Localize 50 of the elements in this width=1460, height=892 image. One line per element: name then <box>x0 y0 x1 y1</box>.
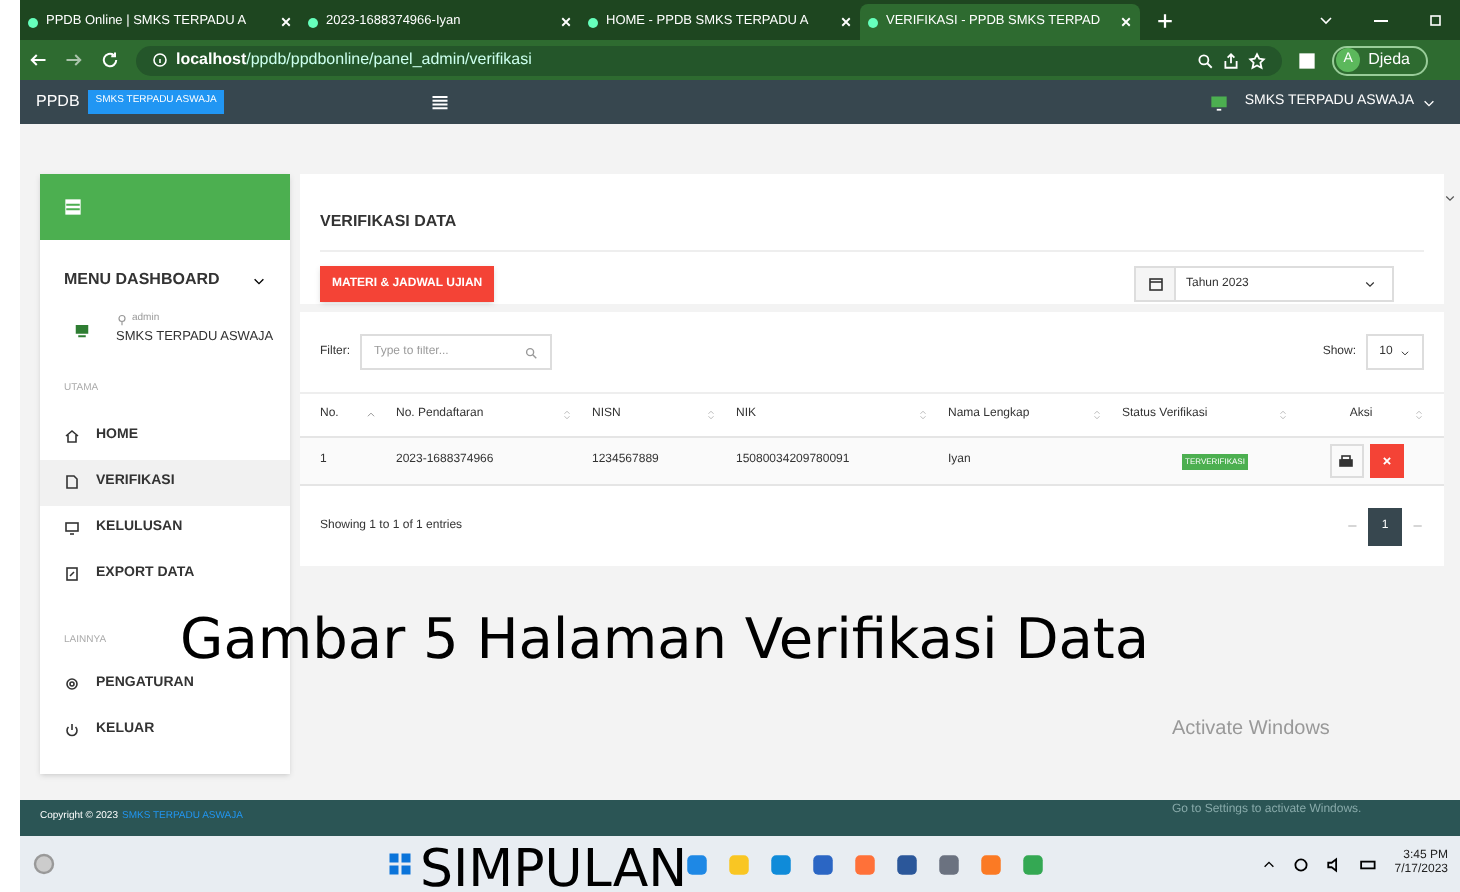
caption-text: Gambar 5 Halaman Verifikasi Data <box>180 612 1150 668</box>
monitor-icon <box>1210 93 1229 111</box>
minimize-icon[interactable] <box>1374 19 1388 21</box>
chevron-down-icon[interactable] <box>1318 12 1334 28</box>
favicon-icon <box>308 17 318 27</box>
favicon-icon <box>28 17 38 27</box>
favicon-icon <box>588 17 598 27</box>
info-icon <box>152 52 168 68</box>
chevron-down-icon[interactable] <box>1422 95 1436 109</box>
sidebar-title: MENU DASHBOARD <box>64 268 220 292</box>
windows-logo-icon[interactable] <box>388 852 412 876</box>
monitor-icon <box>64 520 80 537</box>
list-icon[interactable] <box>64 198 82 216</box>
close-icon[interactable] <box>280 16 292 28</box>
menu-icon[interactable] <box>430 92 451 112</box>
document-icon <box>64 474 80 491</box>
star-icon[interactable] <box>1248 51 1267 69</box>
url-text[interactable]: localhost/ppdb/ppdbonline/panel_admin/verifikasi <box>176 48 532 72</box>
home-icon <box>64 428 80 445</box>
school-logo-icon <box>72 319 92 340</box>
activation-notice: Activate Windows <box>1172 716 1330 744</box>
chevron-down-icon[interactable] <box>252 273 266 287</box>
delete-button[interactable] <box>1369 444 1403 478</box>
print-icon[interactable] <box>1329 444 1363 478</box>
close-icon[interactable] <box>560 16 572 28</box>
brand-text: PPDB <box>36 90 80 114</box>
zoom-icon[interactable] <box>1196 51 1215 69</box>
back-icon[interactable] <box>28 50 48 70</box>
address-bar[interactable]: localhost/ppdb/ppdbonline/panel_admin/verifikasi <box>136 45 1283 75</box>
close-icon <box>1381 456 1391 466</box>
battery-icon[interactable] <box>1360 855 1379 873</box>
reload-icon[interactable] <box>100 50 120 70</box>
close-icon[interactable] <box>1120 16 1132 28</box>
share-icon[interactable] <box>1222 51 1241 69</box>
chevron-up-icon[interactable] <box>1262 857 1277 871</box>
network-icon[interactable] <box>1292 855 1311 873</box>
power-icon <box>64 721 80 738</box>
sidebar-icon[interactable] <box>1298 51 1317 69</box>
pin-icon <box>116 313 128 326</box>
chevron-down-icon <box>1364 278 1376 290</box>
plus-icon[interactable] <box>1156 11 1174 29</box>
file-icon <box>64 566 80 583</box>
caption-text: SIMPULAN <box>420 844 688 892</box>
favicon-icon <box>868 17 878 27</box>
close-icon[interactable] <box>840 16 852 28</box>
page-title: VERIFIKASI DATA <box>320 212 457 230</box>
restore-icon[interactable] <box>1428 12 1444 28</box>
forward-icon[interactable] <box>64 50 84 70</box>
chevron-down-icon <box>1400 347 1411 357</box>
search-icon <box>524 345 538 359</box>
